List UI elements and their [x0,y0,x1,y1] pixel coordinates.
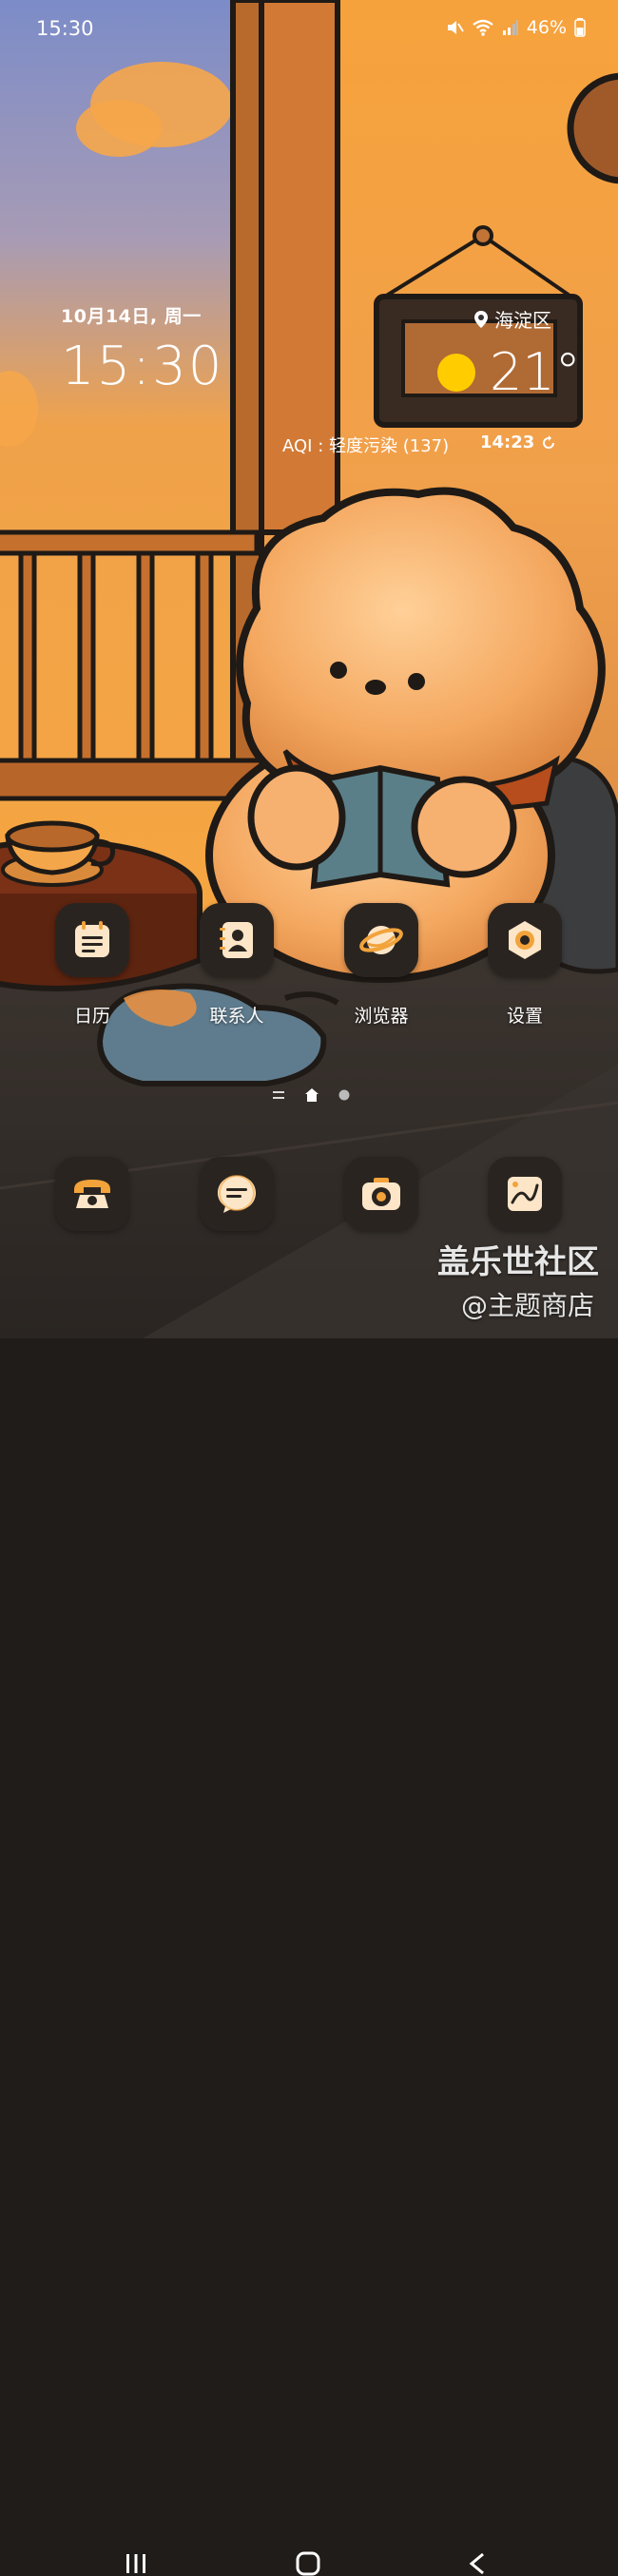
dock-gallery[interactable] [488,1157,562,1231]
contacts-icon [220,922,253,958]
status-time: 15:30 [36,17,94,40]
refresh-icon[interactable] [540,434,557,452]
weather-updated-time: 14:23 [480,433,535,452]
location-pin-icon [474,310,488,328]
phone-icon [74,1180,110,1208]
app-list-handle-icon[interactable] [272,1088,285,1102]
page-indicator[interactable] [272,1087,350,1103]
home-page-dot-icon[interactable] [304,1087,319,1103]
app-settings[interactable] [488,903,562,977]
dock-camera[interactable] [344,1157,418,1231]
clock-time: 15:30 [61,336,224,397]
wallpaper-illustration [0,0,618,1338]
weather-updated-row: 14:23 [480,433,557,452]
app-label-settings[interactable]: 设置 [468,1002,582,1028]
clock-widget[interactable]: 10月14日, 周一 15:30 [61,302,223,397]
mute-icon [447,21,464,34]
battery-percent: 46% [526,17,567,38]
clock-date: 10月14日, 周一 [61,306,202,327]
app-label-calendar[interactable]: 日历 [35,1002,149,1028]
messages-icon [218,1175,256,1213]
app-contacts[interactable] [200,903,274,977]
settings-gear-icon [509,921,541,959]
recent-apps-icon[interactable] [124,2552,148,2575]
status-icons: 46% [445,17,586,38]
back-button-icon[interactable] [466,2551,489,2576]
dock-phone[interactable] [55,1157,129,1231]
page-dot[interactable] [338,1089,350,1101]
wifi-icon [473,19,493,36]
gallery-icon [508,1177,542,1211]
weather-location: 海淀区 [494,309,551,332]
signal-icon [502,20,518,35]
status-bar: 15:30 46% [0,0,618,57]
navigation-bar [0,1262,618,2576]
weather-aqi: AQI : 轻度污染 (137) [282,436,450,456]
app-label-contacts[interactable]: 联系人 [180,1002,294,1028]
battery-icon [574,18,586,37]
browser-planet-icon [359,926,403,954]
dock-messages[interactable] [200,1157,274,1231]
sun-icon [437,354,475,392]
app-label-browser[interactable]: 浏览器 [324,1002,438,1028]
weather-location-row: 海淀区 [473,305,551,333]
calendar-icon [75,921,109,957]
app-calendar[interactable] [55,903,129,977]
wallpaper [0,0,618,1338]
app-browser[interactable] [344,903,418,977]
weather-temperature: 21° [490,342,581,402]
camera-icon [362,1178,400,1210]
home-button-icon[interactable] [296,2551,320,2576]
